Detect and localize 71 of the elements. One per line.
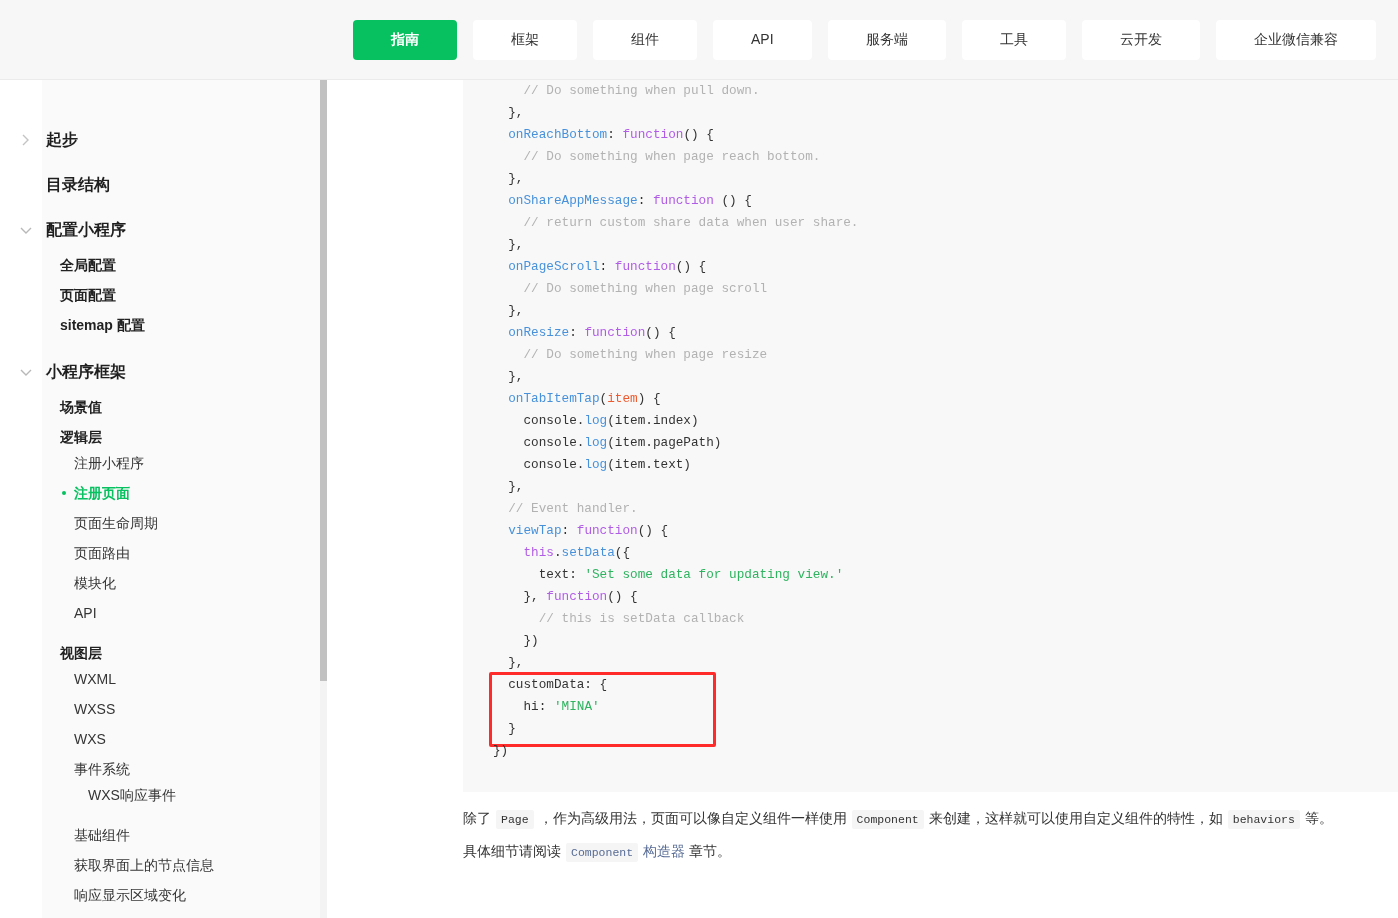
nav-tab[interactable]: 企业微信兼容 bbox=[1215, 19, 1376, 60]
sidebar-link[interactable]: 页面配置 bbox=[60, 284, 116, 306]
nav-tab[interactable]: API bbox=[713, 19, 812, 60]
sidebar-link[interactable]: 逻辑层 bbox=[60, 426, 102, 448]
code-line: text: 'Set some data for updating view.' bbox=[538, 566, 844, 584]
code-line: }, bbox=[508, 104, 524, 122]
sidebar-link[interactable]: 获取界面上的节点信息 bbox=[74, 854, 214, 876]
sidebar-link[interactable]: WXS响应事件 bbox=[88, 784, 176, 806]
inline-code: behaviors bbox=[1227, 810, 1300, 829]
code-line: // Do something when page resize bbox=[523, 346, 768, 364]
sidebar-link[interactable]: 事件系统 bbox=[74, 758, 130, 780]
nav-tab[interactable]: 云开发 bbox=[1081, 19, 1200, 60]
chevron-down-icon[interactable] bbox=[20, 368, 32, 376]
sidebar-link[interactable]: WXML bbox=[74, 668, 116, 690]
chevron-right-icon[interactable] bbox=[22, 134, 29, 146]
code-line: }, bbox=[508, 368, 524, 386]
sidebar-link[interactable]: 全局配置 bbox=[60, 254, 116, 276]
sidebar-link[interactable]: 页面生命周期 bbox=[74, 512, 158, 534]
code-line: }, bbox=[508, 478, 524, 496]
code-line: // return custom share data when user share. bbox=[523, 214, 859, 232]
paragraph: 具体细节请阅读 Component 构造器 章节。 bbox=[463, 839, 1398, 865]
code-line: }, bbox=[508, 170, 524, 188]
code-line: }, bbox=[508, 654, 524, 672]
sidebar-link[interactable]: 视图层 bbox=[60, 642, 102, 664]
code-line: onReachBottom: function() { bbox=[508, 126, 714, 144]
sidebar-link[interactable]: API bbox=[74, 602, 97, 624]
nav-tab[interactable]: 工具 bbox=[961, 19, 1066, 60]
code-line: onPageScroll: function() { bbox=[508, 258, 707, 276]
code-line: onResize: function() { bbox=[508, 324, 676, 342]
code-line: console.log(item.index) bbox=[523, 412, 699, 430]
sidebar-link[interactable]: sitemap 配置 bbox=[60, 314, 145, 336]
sidebar-link[interactable]: 小程序框架 bbox=[46, 360, 126, 384]
sidebar-link[interactable]: 起步 bbox=[46, 128, 78, 152]
scrollbar-thumb[interactable] bbox=[320, 80, 327, 681]
code-line: }, bbox=[508, 236, 524, 254]
code-line: hi: 'MINA' bbox=[523, 698, 600, 716]
sidebar-link[interactable]: 页面路由 bbox=[74, 542, 130, 564]
sidebar-link[interactable]: 配置小程序 bbox=[46, 218, 126, 242]
code-line: viewTap: function() { bbox=[508, 522, 669, 540]
code-line: }, function() { bbox=[523, 588, 638, 606]
paragraph: 除了 Page ，作为高级用法，页面可以像自定义组件一样使用 Component 来创建，这样就可以使用自定义组件的特性，如 behaviors 等。 bbox=[463, 806, 1398, 832]
sidebar-link[interactable]: 模块化 bbox=[74, 572, 116, 594]
bullet-icon bbox=[62, 491, 66, 495]
sidebar-link[interactable]: WXSS bbox=[74, 698, 116, 720]
nav-tab[interactable]: 框架 bbox=[473, 19, 577, 60]
chevron-down-icon[interactable] bbox=[20, 226, 32, 234]
code-line: onShareAppMessage: function () { bbox=[508, 192, 752, 210]
code-line: console.log(item.pagePath) bbox=[523, 434, 722, 452]
code-line: // Do something when page scroll bbox=[523, 280, 768, 298]
code-line: }, bbox=[508, 302, 524, 320]
sidebar-link[interactable]: 目录结构 bbox=[46, 173, 110, 197]
code-line: // Event handler. bbox=[508, 500, 638, 518]
code-line: // this is setData callback bbox=[538, 610, 745, 628]
code-line: customData: { bbox=[508, 676, 608, 694]
code-line: } bbox=[508, 720, 516, 738]
code-line: }) bbox=[493, 742, 509, 760]
inline-code: Page bbox=[496, 810, 534, 829]
sidebar-link[interactable]: 响应显示区域变化 bbox=[74, 884, 186, 906]
code-line: console.log(item.text) bbox=[523, 456, 691, 474]
nav-tab[interactable]: 组件 bbox=[593, 19, 697, 60]
code-line: // Do something when page reach bottom. bbox=[523, 148, 821, 166]
code-line: this.setData({ bbox=[523, 544, 631, 562]
nav-tab[interactable]: 服务端 bbox=[827, 19, 946, 60]
sidebar-link[interactable]: WXS bbox=[74, 728, 106, 750]
code-line: }) bbox=[523, 632, 539, 650]
code-line: onTabItemTap(item) { bbox=[508, 390, 661, 408]
inline-code: Component bbox=[851, 810, 924, 829]
sidebar-link[interactable]: 注册小程序 bbox=[74, 452, 144, 474]
code-line: // Do something when pull down. bbox=[523, 82, 760, 100]
sidebar-link[interactable]: 场景值 bbox=[60, 396, 102, 418]
sidebar-link[interactable]: 基础组件 bbox=[74, 824, 130, 846]
